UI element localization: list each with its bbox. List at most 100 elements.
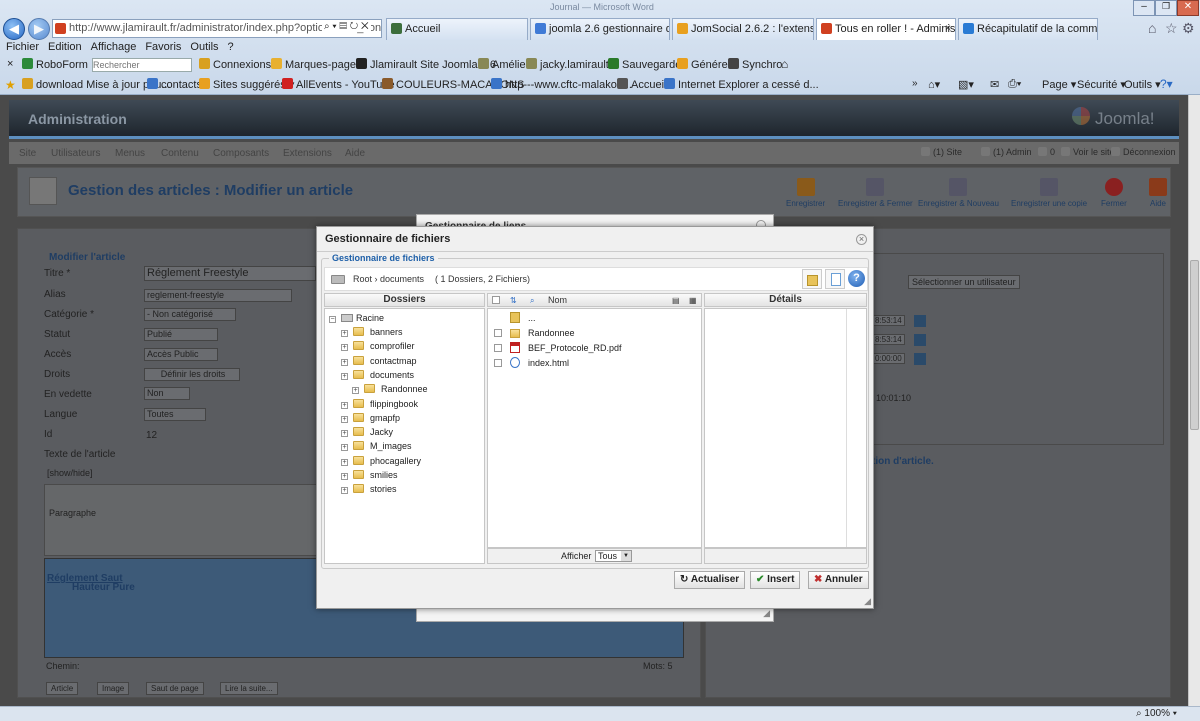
featured-select[interactable]: Non [144,387,190,400]
tree-folder-flippingbook[interactable]: + flippingbook [341,398,418,411]
tree-folder-phocagallery[interactable]: + phocagallery [341,455,421,468]
page-scrollbar[interactable] [1188,95,1200,706]
date-field-3[interactable]: 0:00:00 [872,353,905,364]
joomla-menu-4[interactable]: Contenu [161,148,199,159]
toolbar-item-4[interactable]: Amélie [478,58,526,71]
editor-button-2[interactable]: Image [97,682,130,695]
joomla-tool-4[interactable]: Enregistrer une copie [1011,178,1087,208]
roboform-search-input[interactable] [92,58,192,72]
favorite-item-6[interactable]: http---www.cftc-malakoff... [491,78,632,91]
tools-gear-icon[interactable]: ⚙ [1182,20,1195,37]
refresh-icon[interactable]: ↻ [350,21,358,32]
joomla-status-2[interactable]: (1) Admin [981,147,1032,157]
favorite-item-4[interactable]: AllEvents - YouTube [282,78,395,91]
favorites-star-icon[interactable]: ☆ [1165,20,1178,37]
zoom-level[interactable]: ⌕ 100% ▾ [1136,708,1177,719]
tree-folder-comprofiler[interactable]: + comprofiler [341,340,415,353]
tab-close-icon[interactable]: × [945,19,951,39]
select-all-checkbox[interactable] [492,296,500,304]
tree-folder-contactmap[interactable]: + contactmap [341,355,417,368]
favorite-item-7[interactable]: Accueil [617,78,666,91]
category-select[interactable]: - Non catégorisé [144,308,236,321]
thumb-view-icon[interactable]: ▦ [689,295,697,307]
scrollbar-thumb[interactable] [1190,260,1199,430]
date-field-2[interactable]: 8:53:14 [872,334,905,345]
details-scrollbar[interactable] [846,309,866,547]
toolbar-item-3[interactable]: Jlamirault Site Joomla 2.6 [356,58,496,71]
joomla-menu-1[interactable]: Site [19,148,36,159]
file-row-3[interactable]: BEF_Protocole_RD.pdf [494,342,622,355]
tree-folder-documents[interactable]: + documents [341,369,414,382]
favorite-item-8[interactable]: Internet Explorer a cessé d... [664,78,819,91]
window-close-button[interactable]: ✕ [1177,0,1199,16]
favorite-item-2[interactable]: contacts [147,78,202,91]
back-button[interactable]: ◀ [3,18,25,40]
toolbar-item-8[interactable]: Synchro [728,58,782,71]
tree-folder-m_images[interactable]: + M_images [341,440,412,453]
toolbar-item-6[interactable]: Sauvegarder [608,58,685,71]
show-hide-link[interactable]: [show/hide] [47,468,93,478]
home-menu-icon[interactable]: ⌂▾ [928,78,940,91]
search-icon[interactable]: ⌕ [530,295,534,307]
restore-button[interactable]: ❐ [1155,0,1177,16]
calendar-icon[interactable] [914,353,926,365]
joomla-menu-2[interactable]: Utilisateurs [51,148,100,159]
joomla-status-1[interactable]: (1) Site [921,147,962,157]
joomla-tool-3[interactable]: Enregistrer & Nouveau [918,178,999,208]
tools-menu[interactable]: Outils ▾ [1124,78,1161,91]
minimize-button[interactable]: – [1133,0,1155,16]
refresh-button[interactable]: ↻ Actualiser [674,571,746,589]
name-column-header[interactable]: ⇅ ⌕ Nom ▤ ▦ [487,293,702,307]
upload-button[interactable] [802,269,822,289]
browser-tab-4[interactable]: Tous en roller ! - Administra...× [816,18,956,40]
tree-folder-jacky[interactable]: + Jacky [341,426,393,439]
joomla-tool-2[interactable]: Enregistrer & Fermer [838,178,913,208]
print-icon[interactable]: ⎙▾ [1008,78,1021,91]
menu-6[interactable]: ? [228,41,234,53]
browser-tab-5[interactable]: Récapitulatif de la commande ... [958,18,1098,40]
chevron-more-icon[interactable]: » [912,78,918,89]
calendar-icon[interactable] [914,334,926,346]
toolbar-item-5[interactable]: jacky.lamirault [526,58,609,71]
tree-folder-smilies[interactable]: + smilies [341,469,398,482]
sort-icon[interactable]: ⇅ [510,295,517,307]
browser-tab-3[interactable]: JomSocial 2.6.2 : l'extension Jo... [672,18,814,40]
status-select[interactable]: Publié [144,328,218,341]
tree-folder-banners[interactable]: + banners [341,326,403,339]
search-icon[interactable]: ⌕ [324,21,330,32]
home-icon[interactable]: ⌂ [1148,20,1156,36]
toolbar-item-7[interactable]: Générer [677,58,731,71]
file-row-4[interactable]: index.html [494,357,569,370]
favorites-star-icon[interactable]: ★ [5,78,16,92]
select-user-button[interactable]: Sélectionner un utilisateur [908,275,1020,289]
file-row-1[interactable]: ... [494,312,536,325]
joomla-menu-5[interactable]: Composants [213,148,269,159]
file-checkbox[interactable] [494,359,502,367]
access-select[interactable]: Accès Public [144,348,218,361]
editor-button-4[interactable]: Lire la suite... [220,682,278,695]
browser-tab-2[interactable]: joomla 2.6 gestionnaire de fich... [530,18,670,40]
paragraph-select[interactable]: Paragraphe [49,508,96,518]
compat-icon[interactable]: ▤ [339,21,347,32]
resize-grip-icon[interactable]: ◢ [864,596,871,607]
list-view-icon[interactable]: ▤ [672,295,680,307]
menu-4[interactable]: Favoris [145,41,181,53]
joomla-tool-5[interactable]: Fermer [1101,178,1127,208]
stop-icon[interactable]: ✕ [361,21,369,32]
joomla-tool-6[interactable]: Aide [1149,178,1167,208]
cancel-button[interactable]: ✖ Annuler [808,571,869,589]
show-filter-select[interactable]: Tous ▼ [595,550,632,562]
page-menu[interactable]: Page ▾ [1042,78,1076,91]
editor-button-1[interactable]: Article [46,682,79,695]
feeds-icon[interactable]: ▧▾ [958,78,974,91]
menu-3[interactable]: Affichage [91,41,137,53]
date-field-1[interactable]: 8:53:14 [872,315,905,326]
menu-2[interactable]: Edition [48,41,82,53]
joomla-menu-3[interactable]: Menus [115,148,145,159]
title-input[interactable]: Réglement Freestyle [144,266,316,281]
insert-button[interactable]: ✔ Insert [750,571,801,589]
joomla-status-4[interactable]: Voir le site [1061,147,1115,157]
file-manager-title-bar[interactable]: Gestionnaire de fichiers [317,227,873,252]
rights-button[interactable]: Définir les droits [144,368,240,381]
alias-input[interactable]: reglement-freestyle [144,289,292,302]
